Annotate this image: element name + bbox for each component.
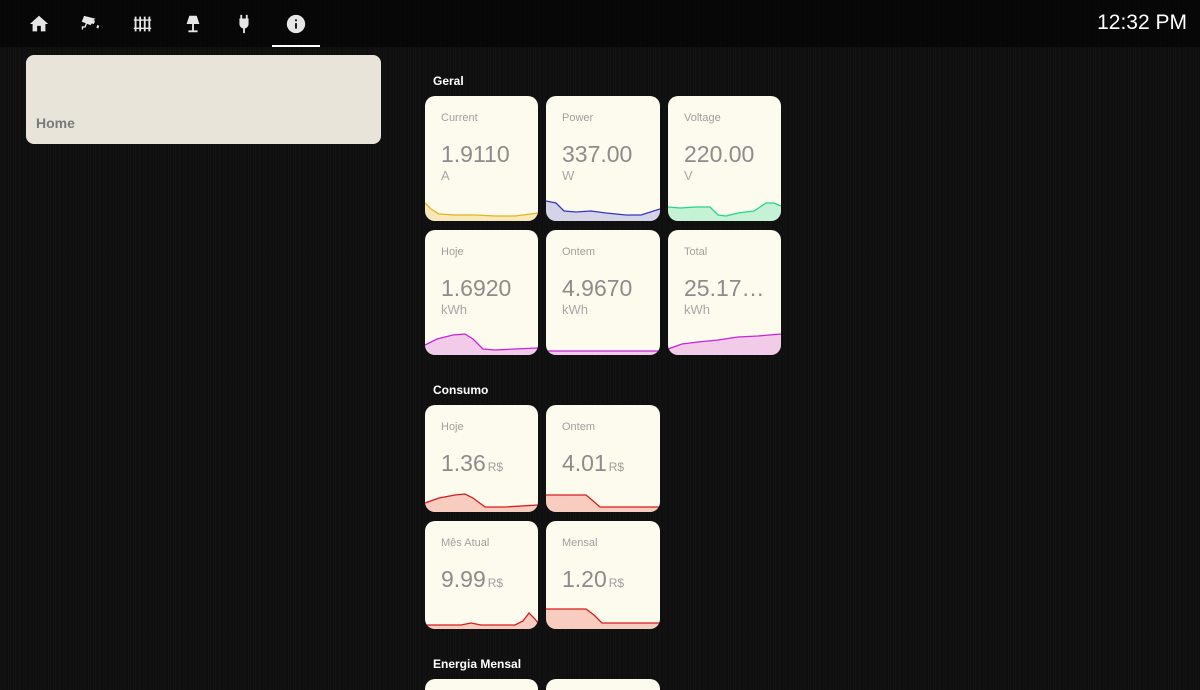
monthly-energy-card[interactable]: [546, 679, 660, 690]
tab-energy[interactable]: [220, 0, 268, 47]
home-card-label: Home: [36, 115, 75, 131]
sensor-name: Power: [562, 112, 594, 124]
sensor-name: Hoje: [441, 246, 464, 258]
cost-card-monthly[interactable]: Mensal 1.20 R$: [546, 521, 660, 629]
sparkline-graph: [425, 612, 538, 629]
clock: 12:32 PM: [1097, 11, 1187, 34]
sparkline-graph: [425, 202, 538, 221]
sensor-name: Mensal: [562, 537, 598, 549]
sparkline-graph: [668, 333, 781, 355]
sensor-unit: R$: [487, 460, 504, 474]
section-title-consumo: Consumo: [433, 383, 489, 397]
tab-lights[interactable]: [169, 0, 217, 47]
sensor-name: Total: [684, 246, 708, 258]
sensor-unit: R$: [608, 576, 625, 590]
sparkline-graph: [546, 494, 660, 512]
sensor-card-energy-today[interactable]: Hoje 1.6920 kWh: [425, 230, 538, 355]
sensor-value: 4.9670: [562, 275, 633, 301]
sensor-value: 1.9110: [441, 141, 510, 167]
sensor-name: Mês Atual: [441, 537, 490, 549]
sensor-unit: kWh: [441, 302, 467, 317]
sensor-unit: kWh: [562, 302, 588, 317]
sparkline-graph: [425, 493, 538, 512]
sensor-value-row: 1.36 R$: [441, 450, 503, 477]
sensor-name: Ontem: [562, 421, 596, 433]
sensor-value: 25.17…: [684, 275, 765, 301]
power-plug-icon: [239, 14, 249, 33]
sparkline-graph: [546, 200, 660, 221]
sensor-unit: V: [684, 168, 693, 183]
home-icon: [29, 15, 49, 31]
sensor-value: 4.01: [562, 450, 607, 476]
sensor-unit: kWh: [684, 302, 710, 317]
tab-info[interactable]: [272, 0, 320, 47]
sensor-name: Ontem: [562, 246, 596, 258]
sensor-value: 1.36: [441, 450, 486, 476]
sensor-value: 220.00: [684, 141, 755, 167]
monthly-energy-card[interactable]: [425, 679, 538, 690]
sensor-unit: A: [441, 168, 450, 183]
sensor-unit: W: [562, 168, 575, 183]
sensor-value-row: 4.01 R$: [562, 450, 624, 477]
sensor-card-energy-total[interactable]: Total 25.17… kWh: [668, 230, 781, 355]
section-title-geral: Geral: [433, 74, 464, 88]
sparkline-graph: [668, 202, 781, 221]
sensor-unit: R$: [487, 576, 504, 590]
sensor-name: Current: [441, 112, 478, 124]
floor-lamp-icon: [186, 15, 200, 32]
cctv-camera-icon: [81, 15, 100, 29]
section-title-energia-mensal: Energia Mensal: [433, 657, 522, 671]
sparkline-graph: [425, 333, 538, 355]
tab-heating[interactable]: [118, 0, 166, 47]
sparkline-graph: [546, 608, 660, 629]
sparkline-graph: [546, 350, 660, 355]
information-icon: [286, 14, 306, 33]
sensor-value: 9.99: [441, 566, 486, 592]
sensor-value-row: 1.20 R$: [562, 566, 624, 593]
top-bar: 12:32 PM: [0, 0, 1200, 47]
sensor-value-row: 9.99 R$: [441, 566, 503, 593]
home-card[interactable]: Home: [26, 55, 381, 144]
sensor-unit: R$: [608, 460, 625, 474]
sensor-value: 1.6920: [441, 275, 512, 301]
cost-card-yesterday[interactable]: Ontem 4.01 R$: [546, 405, 660, 512]
sensor-card-voltage[interactable]: Voltage 220.00 V: [668, 96, 781, 221]
tab-cameras[interactable]: [66, 0, 114, 47]
sensor-card-power[interactable]: Power 337.00 W: [546, 96, 660, 221]
sensor-card-energy-yesterday[interactable]: Ontem 4.9670 kWh: [546, 230, 660, 355]
tab-home[interactable]: [15, 0, 63, 47]
sensor-value: 1.20: [562, 566, 607, 592]
radiator-icon: [133, 16, 152, 31]
sensor-name: Voltage: [684, 112, 721, 124]
sensor-value: 337.00: [562, 141, 633, 167]
cost-card-current-month[interactable]: Mês Atual 9.99 R$: [425, 521, 538, 629]
cost-card-today[interactable]: Hoje 1.36 R$: [425, 405, 538, 512]
sensor-card-current[interactable]: Current 1.9110 A: [425, 96, 538, 221]
sensor-name: Hoje: [441, 421, 464, 433]
